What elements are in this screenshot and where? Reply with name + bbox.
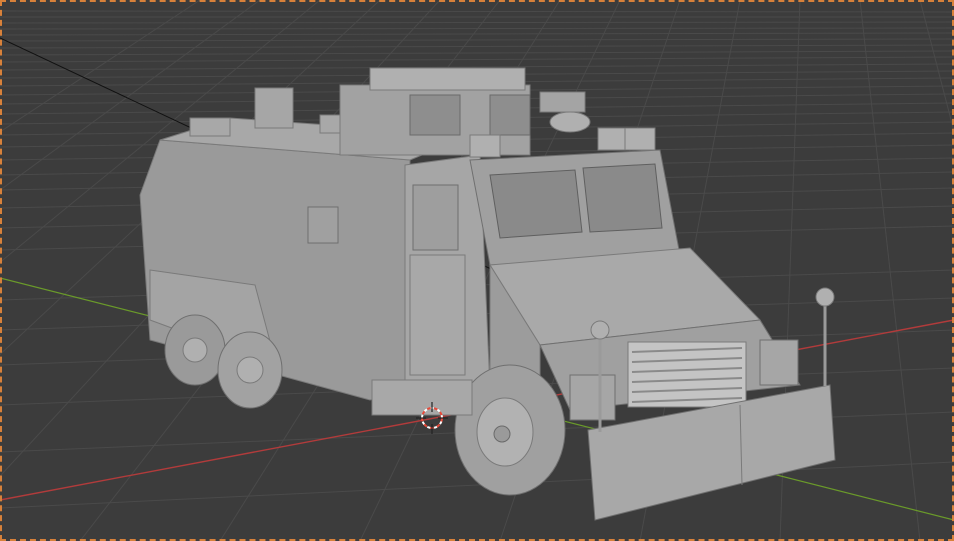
headlight-left (569, 374, 616, 421)
cab-roof-light (469, 134, 501, 158)
roof-light-2 (319, 114, 341, 134)
roof-window-right (489, 94, 531, 136)
windshield-right (582, 163, 663, 233)
roof-camera (549, 111, 591, 133)
headlight-right (759, 339, 799, 386)
cab-roof-light-2 (597, 127, 629, 151)
roof-light-1 (189, 117, 231, 137)
roof-camera-mount (539, 91, 586, 113)
viewport-canvas[interactable] (0, 0, 954, 541)
roof-turret-top (369, 67, 526, 91)
side-hatch (307, 206, 339, 244)
cab-roof-light-3 (624, 127, 656, 151)
roof-box-left (254, 87, 294, 129)
roof-window-left (409, 94, 461, 136)
side-step (371, 379, 473, 416)
cab-door-window (412, 184, 459, 251)
3d-viewport[interactable] (0, 0, 954, 541)
windshield-left (489, 169, 583, 239)
cab-door (409, 254, 466, 376)
